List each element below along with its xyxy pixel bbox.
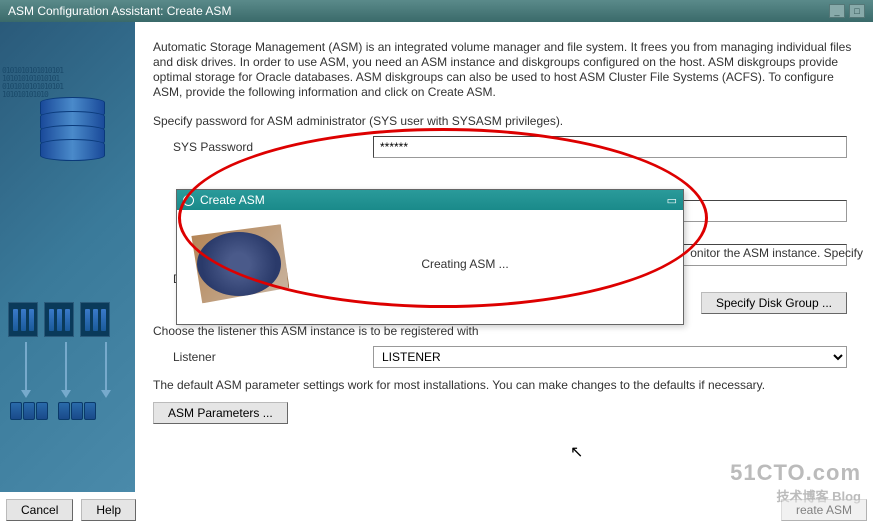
defaults-note: The default ASM parameter settings work … [153, 378, 855, 392]
password-prompt: Specify password for ASM administrator (… [153, 114, 855, 128]
dialog-app-icon [183, 195, 194, 206]
sys-password-label: SYS Password [153, 140, 373, 154]
intro-text: Automatic Storage Management (ASM) is an… [153, 40, 855, 100]
dialog-title: Create ASM [200, 193, 265, 207]
storage-racks-icon [8, 302, 110, 337]
dialog-message: Creating ASM ... [319, 257, 671, 271]
asmsnmp-note-fragment: onitor the ASM instance. Specify [690, 246, 863, 260]
create-asm-dialog: Create ASM ▭ Creating ASM ... [176, 189, 684, 325]
wizard-sidebar: 0101010101010101101010101010101010101010… [0, 22, 135, 492]
wizard-footer: Cancel Help reate ASM [6, 499, 867, 521]
listener-label: Listener [153, 350, 373, 364]
small-racks-icon [10, 402, 96, 420]
database-cylinder-icon [40, 97, 105, 157]
window-controls: _ □ [829, 4, 865, 18]
minimize-button[interactable]: _ [829, 4, 845, 18]
processing-gear-icon [189, 224, 289, 304]
window-titlebar: ASM Configuration Assistant: Create ASM … [0, 0, 873, 22]
cancel-button[interactable]: Cancel [6, 499, 73, 521]
asm-parameters-button[interactable]: ASM Parameters ... [153, 402, 288, 424]
sys-password-input[interactable] [373, 136, 847, 158]
create-asm-button[interactable]: reate ASM [781, 499, 867, 521]
maximize-button[interactable]: □ [849, 4, 865, 18]
decorative-binary: 0101010101010101101010101010101010101010… [2, 67, 63, 99]
dialog-window-icon[interactable]: ▭ [667, 194, 677, 207]
listener-select[interactable]: LISTENER [373, 346, 847, 368]
listener-prompt: Choose the listener this ASM instance is… [153, 324, 855, 338]
dialog-titlebar: Create ASM ▭ [177, 190, 683, 210]
help-button[interactable]: Help [81, 499, 136, 521]
window-title: ASM Configuration Assistant: Create ASM [8, 4, 231, 18]
specify-disk-group-button[interactable]: Specify Disk Group ... [701, 292, 847, 314]
